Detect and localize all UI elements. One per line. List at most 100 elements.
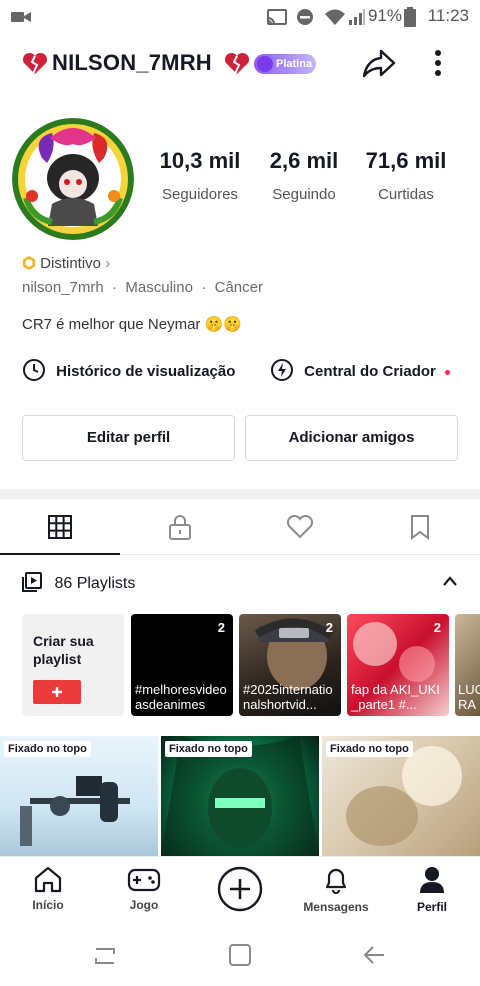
video-thumbnail[interactable]: Fixado no topo [322,736,480,856]
pinned-label: Fixado no topo [326,741,413,757]
playlist-card[interactable]: LUC RA [455,614,480,716]
edit-profile-button[interactable]: Editar perfil [22,415,235,461]
bottom-navigation: Início Jogo Mensagens Perfil [0,856,480,931]
nav-home-label: Início [32,898,64,912]
gamepad-icon [127,868,161,892]
gender: Masculino [125,279,193,296]
lock-icon [169,515,191,540]
chevron-up-icon[interactable] [442,575,458,587]
profile-avatar[interactable] [12,118,134,240]
back-arrow-icon[interactable] [362,943,388,967]
playlist-video-count: 2 [433,620,441,635]
more-options-icon[interactable] [432,48,444,78]
lightning-icon [271,359,293,381]
platina-badge[interactable]: Platina [254,54,316,74]
badge-hexagon-icon [23,256,35,270]
broken-heart-icon [224,52,250,75]
nav-profile-label: Perfil [416,900,447,914]
playlists-count: 86 Playlists [54,575,136,592]
playlist-title: fap da AKI_UKI_parte1 #... [351,682,440,712]
video-camera-icon [11,12,31,22]
chevron-right-icon: › [105,255,111,272]
broken-heart-icon [22,52,48,75]
notification-dot [445,369,451,375]
badge-link[interactable]: Distintivo › [22,255,110,272]
add-friends-button[interactable]: Adicionar amigos [245,415,458,461]
tab-liked[interactable] [240,500,360,554]
create-plus-icon [217,866,263,912]
heart-icon [286,515,314,539]
create-playlist-card[interactable]: Criar sua playlist [22,614,124,716]
tab-videos[interactable] [0,500,120,555]
clock: 11:23 [427,6,469,25]
likes-label: Curtidas [378,186,434,203]
home-icon [34,866,62,893]
wifi-icon [325,9,345,25]
signal-icon [349,9,365,25]
battery-icon [404,7,416,27]
plus-icon [52,687,62,697]
bio-text: CR7 é melhor que Neymar 🤫🤫 [22,316,242,333]
playlist-title: #melhoresvideoasdeanimes [135,682,227,712]
clock-icon [23,359,45,381]
nav-profile[interactable]: Perfil [384,865,480,914]
separator-dot: · [197,279,211,296]
active-tab-indicator [0,553,120,555]
share-icon[interactable] [362,48,396,78]
nav-home[interactable]: Início [0,865,96,912]
handle: nilson_7mrh [22,279,104,296]
pinned-label: Fixado no topo [4,741,91,757]
following-stat[interactable]: 2,6 mil Seguindo [254,148,354,203]
playlist-card[interactable]: 2 #2025internationalshortvid... [239,614,341,716]
playlist-title: #2025internationalshortvid... [243,682,333,712]
video-thumbnail[interactable]: Fixado no topo [0,736,158,856]
video-thumbnail[interactable]: Fixado no topo [161,736,319,856]
status-bar: 91% 11:23 [0,0,480,34]
playlist-video-count: 2 [325,620,333,635]
following-label: Seguindo [272,186,336,203]
followers-count: 10,3 mil [159,148,241,173]
recent-apps-icon[interactable] [92,944,118,968]
watch-history-label: Histórico de visualização [56,363,236,380]
followers-stat[interactable]: 10,3 mil Seguidores [150,148,250,203]
playlists-header[interactable]: 86 Playlists [22,572,135,593]
playlist-title: LUC RA [458,682,480,712]
playlist-card[interactable]: 2 #melhoresvideoasdeanimes [131,614,233,716]
do-not-disturb-icon [297,9,313,25]
profile-person-icon [420,867,444,893]
nav-messages-label: Mensagens [303,900,369,914]
create-playlist-label: Criar sua playlist [33,633,94,667]
creator-center-label: Central do Criador [304,363,436,380]
nav-game[interactable]: Jogo [96,865,192,912]
grid-icon [48,515,72,539]
playlist-card[interactable]: 2 fap da AKI_UKI_parte1 #... [347,614,449,716]
separator-dot: · [107,279,122,296]
nav-game-label: Jogo [129,898,159,912]
tab-private[interactable] [120,500,240,554]
home-square-icon[interactable] [227,942,253,968]
creator-center-link[interactable]: Central do Criador [270,358,451,382]
username: NILSON_7MRH [52,50,212,75]
profile-meta: nilson_7mrh · Masculino · Câncer [22,279,263,296]
watch-history-link[interactable]: Histórico de visualização [22,358,235,382]
badge-link-label: Distintivo [40,255,102,272]
following-count: 2,6 mil [269,148,339,173]
followers-label: Seguidores [162,186,238,203]
pinned-label: Fixado no topo [165,741,252,757]
create-playlist-button[interactable] [33,680,81,704]
bell-icon [325,868,347,895]
section-divider [0,489,480,499]
zodiac-sign: Câncer [214,279,263,296]
bookmark-icon [411,515,429,540]
battery-percent: 91% [367,6,402,25]
nav-messages[interactable]: Mensagens [288,865,384,914]
profile-header: NILSON_7MRH Platina [0,34,480,94]
nav-create[interactable] [192,865,288,916]
tab-saved[interactable] [360,500,480,554]
playlist-icon [22,572,42,592]
likes-count: 71,6 mil [365,148,447,173]
playlist-video-count: 2 [217,620,225,635]
platina-label: Platina [276,58,313,70]
likes-stat[interactable]: 71,6 mil Curtidas [356,148,456,203]
cast-icon [267,9,287,25]
